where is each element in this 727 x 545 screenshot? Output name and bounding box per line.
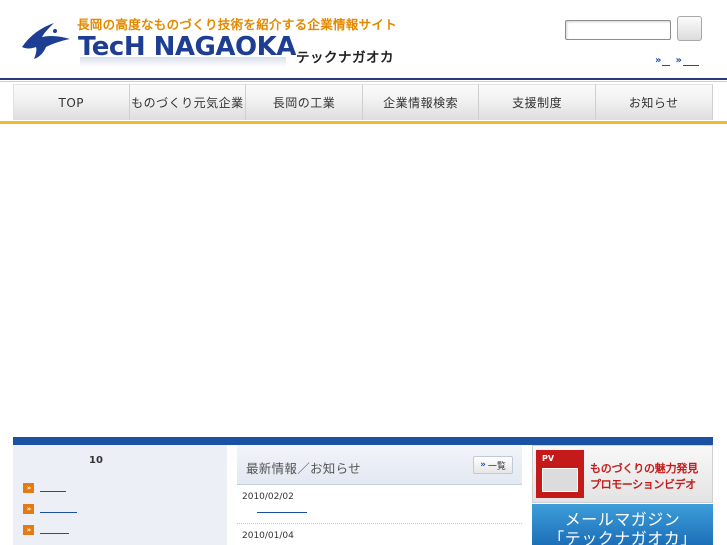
news-link[interactable] bbox=[257, 508, 307, 513]
news-panel: 最新情報／お知らせ » 一覧 2010/02/02 2010/01/04 bbox=[237, 445, 522, 545]
pv-thumbnail: PV bbox=[536, 450, 584, 498]
video-icon bbox=[542, 468, 578, 492]
mail-magazine-banner[interactable]: メールマガジン 「テックナガオカ」 bbox=[532, 504, 713, 545]
utility-arrow-icon: » bbox=[675, 55, 682, 66]
left-link[interactable] bbox=[40, 505, 77, 513]
news-title: 最新情報／お知らせ bbox=[246, 461, 361, 476]
nav-item-support[interactable]: 支援制度 bbox=[479, 84, 596, 120]
nav-item-news[interactable]: お知らせ bbox=[595, 84, 713, 120]
search-button[interactable] bbox=[677, 16, 702, 41]
site-header: 長岡の高度なものづくり技術を紹介する企業情報サイト TecH NAGAOKA テ… bbox=[0, 0, 727, 82]
site-logo-kana: テックナガオカ bbox=[296, 50, 394, 66]
list-item[interactable]: » bbox=[23, 498, 77, 519]
left-link[interactable] bbox=[40, 526, 69, 534]
news-all-label: 一覧 bbox=[487, 461, 506, 472]
chevron-right-icon: » bbox=[480, 460, 486, 470]
bird-logo-icon[interactable] bbox=[20, 17, 72, 61]
mail-banner-line2: 「テックナガオカ」 bbox=[548, 529, 697, 545]
utility-link-2[interactable] bbox=[682, 57, 699, 66]
news-header: 最新情報／お知らせ » 一覧 bbox=[237, 445, 522, 485]
news-date: 2010/02/02 bbox=[242, 492, 294, 502]
pv-banner[interactable]: PV ものづくりの魅力発見 プロモーションビデオ bbox=[532, 445, 713, 503]
pv-banner-line1: ものづくりの魅力発見 bbox=[590, 462, 698, 475]
nav-item-company-search[interactable]: 企業情報検索 bbox=[362, 84, 480, 120]
left-panel: 10 » » » » bbox=[13, 445, 227, 545]
left-link-list: » » » » bbox=[23, 477, 77, 545]
list-item[interactable]: » bbox=[23, 519, 77, 540]
logo-reflection bbox=[80, 57, 286, 67]
utility-links: »» bbox=[655, 55, 704, 66]
nav-item-top[interactable]: TOP bbox=[13, 84, 130, 120]
nav-item-companies[interactable]: ものづくり元気企業 bbox=[129, 84, 247, 120]
arrow-icon: » bbox=[23, 503, 34, 514]
utility-link-1[interactable] bbox=[662, 57, 671, 66]
list-item[interactable]: » bbox=[23, 540, 77, 545]
utility-arrow-icon: » bbox=[655, 55, 662, 66]
nav-item-industry[interactable]: 長岡の工業 bbox=[246, 84, 363, 120]
header-divider bbox=[0, 78, 727, 80]
left-link[interactable] bbox=[40, 484, 66, 492]
left-panel-title: 10 bbox=[89, 455, 103, 466]
pv-banner-line2: プロモーションビデオ bbox=[590, 478, 696, 491]
nav-underline bbox=[0, 121, 727, 124]
news-date: 2010/01/04 bbox=[242, 531, 294, 541]
news-item: 2010/01/04 bbox=[242, 531, 294, 541]
news-separator bbox=[237, 523, 522, 524]
content-top-bar bbox=[13, 437, 713, 445]
right-banners: PV ものづくりの魅力発見 プロモーションビデオ メールマガジン 「テックナガオ… bbox=[532, 445, 713, 545]
pv-badge: PV bbox=[542, 454, 555, 463]
news-item: 2010/02/02 bbox=[242, 492, 307, 513]
site-tagline: 長岡の高度なものづくり技術を紹介する企業情報サイト bbox=[77, 17, 398, 32]
main-navigation: TOP ものづくり元気企業 長岡の工業 企業情報検索 支援制度 お知らせ bbox=[13, 84, 713, 120]
arrow-icon: » bbox=[23, 524, 34, 535]
news-all-button[interactable]: » 一覧 bbox=[473, 456, 513, 474]
header-divider-light bbox=[0, 81, 727, 82]
arrow-icon: » bbox=[23, 482, 34, 493]
search-input[interactable] bbox=[565, 20, 671, 40]
list-item[interactable]: » bbox=[23, 477, 77, 498]
